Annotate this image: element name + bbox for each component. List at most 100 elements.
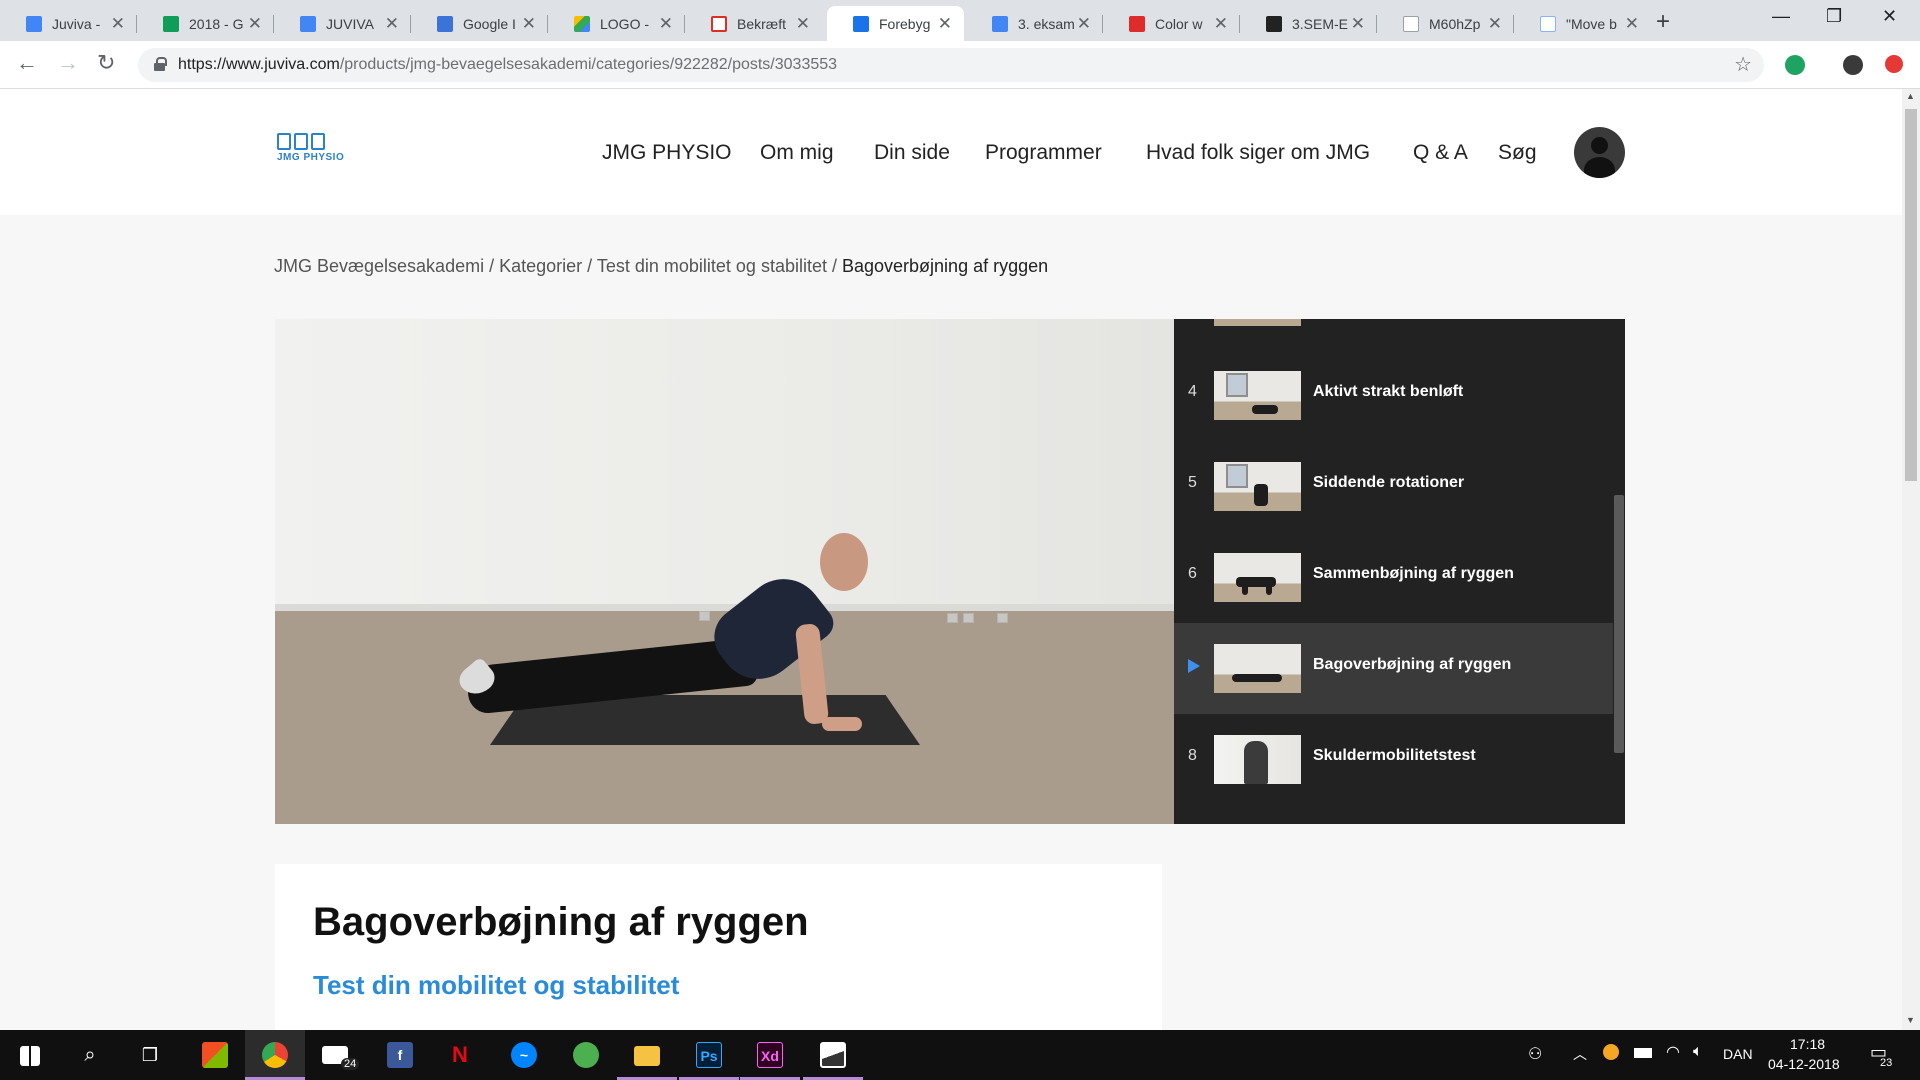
page-scrollbar-thumb[interactable] — [1905, 109, 1917, 481]
taskbar-app[interactable] — [556, 1030, 616, 1080]
browser-tab[interactable]: JUVIVA ✕ — [274, 6, 411, 41]
jmg-physio-logo[interactable]: JMG PHYSIO — [277, 133, 375, 167]
nav-om-mig[interactable]: Om mig — [760, 141, 834, 165]
close-tab-icon[interactable]: ✕ — [1214, 14, 1228, 34]
clock-date[interactable]: 04-12-2018 — [1768, 1056, 1840, 1072]
scroll-up-icon[interactable]: ▲ — [1906, 91, 1915, 101]
playlist-item-active[interactable]: Bagoverbøjning af ryggen — [1174, 623, 1613, 714]
netflix-icon: N — [452, 1042, 468, 1067]
lock-icon — [154, 57, 167, 71]
close-tab-icon[interactable]: ✕ — [385, 14, 399, 34]
close-window-icon[interactable]: ✕ — [1882, 6, 1897, 27]
browser-tab[interactable]: "Move b ✕ — [1514, 6, 1651, 41]
forward-arrow-icon[interactable]: → — [57, 50, 79, 76]
clock-time[interactable]: 17:18 — [1790, 1036, 1825, 1052]
nav-din-side[interactable]: Din side — [874, 141, 950, 165]
tab-title: M60hZp — [1429, 15, 1481, 32]
extension-icon[interactable] — [1843, 55, 1863, 75]
breadcrumb-separator: / — [582, 256, 597, 276]
minimize-icon[interactable]: — — [1772, 6, 1790, 27]
extension-icon[interactable] — [1885, 55, 1903, 73]
browser-tab[interactable]: 3. eksam ✕ — [966, 6, 1103, 41]
battery-icon[interactable] — [1634, 1048, 1652, 1058]
close-tab-icon[interactable]: ✕ — [1351, 14, 1365, 34]
docs-favicon-icon — [992, 15, 1008, 32]
playlist-title: Siddende rotationer — [1313, 474, 1465, 491]
playlist-item[interactable]: 5 Siddende rotationer — [1174, 441, 1613, 532]
close-tab-icon[interactable]: ✕ — [659, 14, 673, 34]
page-scrollbar[interactable]: ▲ ▼ — [1902, 89, 1920, 1030]
scroll-down-icon[interactable]: ▼ — [1906, 1015, 1915, 1025]
close-tab-icon[interactable]: ✕ — [938, 14, 952, 34]
taskbar-file-explorer[interactable] — [617, 1030, 677, 1080]
nav-q-and-a[interactable]: Q & A — [1413, 141, 1468, 165]
task-view-button[interactable]: ❐ — [120, 1030, 180, 1080]
extension-icon[interactable] — [1785, 55, 1805, 75]
page-favicon-icon — [1266, 15, 1282, 32]
windows-start-button[interactable] — [0, 1030, 60, 1080]
taskbar-facebook[interactable]: f — [370, 1030, 430, 1080]
notification-count: 23 — [1880, 1057, 1893, 1069]
bookmark-star-icon[interactable]: ☆ — [1734, 52, 1752, 77]
volume-icon[interactable]: 🔈︎ — [1693, 1043, 1703, 1061]
playlist-item[interactable]: 8 Skuldermobilitetstest — [1174, 714, 1613, 805]
search-button[interactable]: ⌕ — [60, 1030, 120, 1080]
nav-testimonials[interactable]: Hvad folk siger om JMG — [1146, 141, 1370, 165]
nav-programmer[interactable]: Programmer — [985, 141, 1102, 165]
taskbar-messenger[interactable]: ~ — [494, 1030, 554, 1080]
browser-tab[interactable]: 3.SEM-E ✕ — [1240, 6, 1377, 41]
close-tab-icon[interactable]: ✕ — [1077, 14, 1091, 34]
close-tab-icon[interactable]: ✕ — [248, 14, 262, 34]
user-avatar[interactable] — [1574, 127, 1625, 178]
browser-tab[interactable]: Google I ✕ — [411, 6, 548, 41]
playlist-title: Skuldermobilitetstest — [1313, 747, 1476, 764]
taskbar-photos[interactable] — [803, 1030, 863, 1080]
tray-app-icon[interactable] — [1603, 1044, 1619, 1060]
taskbar-store[interactable] — [185, 1030, 245, 1080]
browser-tab[interactable]: Juviva - ✕ — [0, 6, 137, 41]
nav-jmg-physio[interactable]: JMG PHYSIO — [602, 141, 732, 165]
new-tab-icon[interactable]: + — [1656, 8, 1670, 36]
wall-outlet — [963, 613, 974, 623]
playlist-scrollbar-thumb[interactable] — [1614, 495, 1624, 753]
gmail-favicon-icon — [711, 15, 727, 32]
taskbar-adobe-xd[interactable]: Xd — [740, 1030, 800, 1080]
restore-icon[interactable]: ❐ — [1826, 6, 1842, 27]
tab-title: JUVIVA — [326, 15, 374, 32]
reload-icon[interactable]: ↻ — [97, 50, 115, 76]
taskbar-mail[interactable]: 24 — [305, 1030, 365, 1080]
tab-title: Bekræft — [737, 15, 787, 32]
post-content-card: Bagoverbøjning af ryggen Test din mobili… — [275, 864, 1162, 1030]
browser-tab-active[interactable]: Forebyg ✕ — [827, 6, 964, 41]
video-player[interactable] — [275, 319, 1174, 824]
breadcrumb-link[interactable]: JMG Bevægelsesakademi — [274, 256, 484, 276]
playlist-item[interactable]: 4 Aktivt strakt benløft — [1174, 350, 1613, 441]
close-tab-icon[interactable]: ✕ — [522, 14, 536, 34]
browser-tab[interactable]: 2018 - G ✕ — [137, 6, 274, 41]
taskbar-chrome[interactable] — [245, 1030, 305, 1080]
close-tab-icon[interactable]: ✕ — [796, 14, 810, 34]
drive-favicon-icon — [574, 15, 590, 32]
taskbar-netflix[interactable]: N — [430, 1030, 490, 1080]
people-icon[interactable]: ⚇ — [1528, 1044, 1542, 1064]
post-category-link[interactable]: Test din mobilitet og stabilitet — [313, 970, 679, 1001]
breadcrumb-link[interactable]: Test din mobilitet og stabilitet — [597, 256, 827, 276]
nav-search[interactable]: Søg — [1498, 141, 1537, 165]
input-language[interactable]: DAN — [1723, 1046, 1753, 1062]
address-bar[interactable]: https://www.juviva.com/products/jmg-beva… — [138, 48, 1764, 82]
breadcrumb-link[interactable]: Kategorier — [499, 256, 582, 276]
browser-tab[interactable]: Color w ✕ — [1103, 6, 1240, 41]
taskbar-photoshop[interactable]: Ps — [679, 1030, 739, 1080]
browser-tab[interactable]: LOGO - ✕ — [548, 6, 685, 41]
wifi-icon[interactable]: ◠ — [1666, 1042, 1680, 1062]
playlist-thumbnail[interactable] — [1214, 319, 1301, 326]
close-tab-icon[interactable]: ✕ — [111, 14, 125, 34]
browser-tab[interactable]: Bekræft ✕ — [685, 6, 822, 41]
close-tab-icon[interactable]: ✕ — [1488, 14, 1502, 34]
close-tab-icon[interactable]: ✕ — [1625, 14, 1639, 34]
browser-tab[interactable]: M60hZp ✕ — [1377, 6, 1514, 41]
back-arrow-icon[interactable]: ← — [16, 50, 38, 76]
show-hidden-icons-chevron-icon[interactable]: ︿ — [1573, 1044, 1587, 1064]
playlist-item[interactable]: 6 Sammenbøjning af ryggen — [1174, 532, 1613, 623]
video-wall — [275, 319, 1174, 609]
